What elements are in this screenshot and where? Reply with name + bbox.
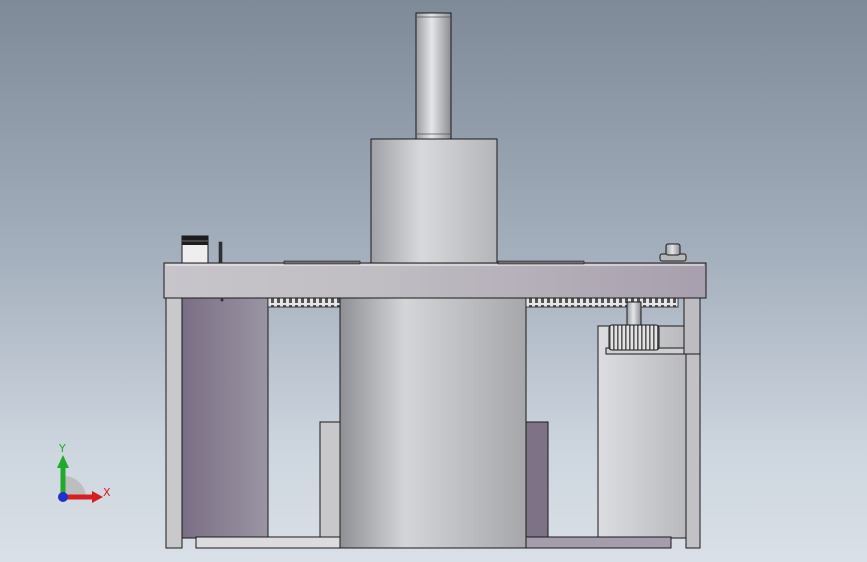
connector-pin [218, 241, 223, 264]
plate-strip-right [497, 260, 585, 265]
axis-triad [57, 455, 103, 503]
central-housing [339, 295, 527, 549]
hub-block [370, 138, 498, 264]
triad-x-label: X [103, 486, 111, 499]
left-side-wall [165, 297, 183, 549]
top-plate [163, 262, 707, 299]
cad-viewport[interactable]: Y X [0, 0, 867, 562]
triad-y-label: Y [59, 442, 66, 455]
output-shaft [415, 12, 452, 140]
pinion-shaft [626, 301, 642, 327]
triad-rotation-arc [64, 475, 86, 497]
triad-z-axis [58, 492, 68, 502]
bracket-upright [683, 297, 701, 355]
connector-top [182, 236, 208, 245]
triad-y-arrow [57, 455, 69, 468]
left-motor-block [181, 297, 269, 539]
base-plate-right [525, 536, 672, 549]
ring-gear-left-teeth [267, 297, 341, 308]
assembly-model[interactable] [0, 0, 867, 562]
plate-screw [220, 298, 224, 302]
left-support-post [319, 421, 343, 539]
standoff-post [665, 243, 681, 256]
pinion-gear [608, 324, 660, 351]
right-motor-block [597, 325, 687, 539]
ring-gear-right-teeth [525, 297, 679, 308]
triad-x-arrow [92, 491, 103, 503]
base-plate-left [195, 536, 343, 549]
plate-strip-left [283, 260, 361, 265]
right-support-post [525, 421, 549, 539]
